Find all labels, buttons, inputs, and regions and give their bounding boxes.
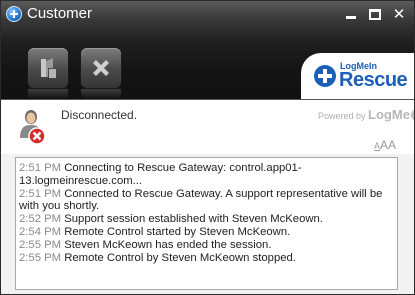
- reconnect-button-reflection: [28, 89, 68, 99]
- maximize-button[interactable]: [368, 7, 382, 21]
- message-text: Remote Control started by Steven McKeown…: [64, 225, 291, 238]
- end-session-button[interactable]: [81, 48, 121, 88]
- status-panel: Disconnected. Powered by LogMe AAA: [1, 100, 414, 154]
- message-time: 2:51 PM: [19, 162, 62, 174]
- end-session-button-reflection: [81, 89, 121, 99]
- close-x-icon: [93, 60, 109, 76]
- message-text: Connecting to Rescue Gateway: control.ap…: [19, 162, 302, 187]
- chat-log[interactable]: 2:51 PM Connecting to Rescue Gateway: co…: [15, 157, 398, 290]
- font-size-large: AA: [380, 138, 397, 152]
- message-text: Connected to Rescue Gateway. A support r…: [19, 187, 383, 213]
- customer-window: Customer ✕ LogMeIn Rescue Disconnected. …: [0, 0, 415, 295]
- powered-by-label: Powered by: [318, 111, 366, 121]
- logmein-dot-icon: [410, 109, 414, 121]
- chat-message: 2:55 PM Remote Control by Steven McKeown…: [19, 252, 393, 265]
- message-time: 2:55 PM: [19, 238, 62, 251]
- message-text: Remote Control by Steven McKeown stopped…: [64, 251, 296, 264]
- maximize-icon: [369, 9, 381, 20]
- powered-by-logmein: Powered by LogMe: [318, 107, 414, 123]
- message-time: 2:51 PM: [19, 187, 62, 200]
- message-time: 2:52 PM: [19, 213, 62, 226]
- message-text: Support session established with Steven …: [64, 213, 323, 226]
- chat-message: 2:52 PM Support session established with…: [19, 213, 393, 226]
- connect-icon: [41, 58, 56, 78]
- chat-message: 2:55 PM Steven McKeown has ended the ses…: [19, 239, 393, 252]
- powered-by-brand: LogMe: [368, 107, 410, 122]
- chat-message: 2:51 PM Connected to Rescue Gateway. A s…: [19, 188, 393, 214]
- chat-message: 2:51 PM Connecting to Rescue Gateway: co…: [19, 162, 393, 188]
- message-time: 2:54 PM: [19, 225, 62, 238]
- font-size-toggle[interactable]: AAA: [374, 138, 396, 153]
- message-text: Steven McKeown has ended the session.: [64, 238, 272, 251]
- close-button[interactable]: ✕: [392, 5, 406, 23]
- minimize-button[interactable]: [344, 7, 358, 21]
- message-time: 2:55 PM: [19, 251, 62, 264]
- title-bar[interactable]: Customer ✕ LogMeIn Rescue: [1, 1, 414, 100]
- connection-status-text: Disconnected.: [61, 108, 138, 122]
- minimize-icon: [346, 16, 356, 19]
- user-disconnected-icon: [20, 110, 46, 145]
- chat-message: 2:54 PM Remote Control started by Steven…: [19, 226, 393, 239]
- logmein-rescue-logo: LogMeIn Rescue: [301, 53, 414, 100]
- window-title: Customer: [27, 5, 93, 22]
- reconnect-button[interactable]: [28, 48, 68, 88]
- rescue-cross-icon: [314, 65, 336, 87]
- close-icon: ✕: [392, 5, 406, 23]
- logmein-rescue-app-icon: [6, 6, 22, 22]
- logo-main-text: Rescue: [339, 69, 408, 91]
